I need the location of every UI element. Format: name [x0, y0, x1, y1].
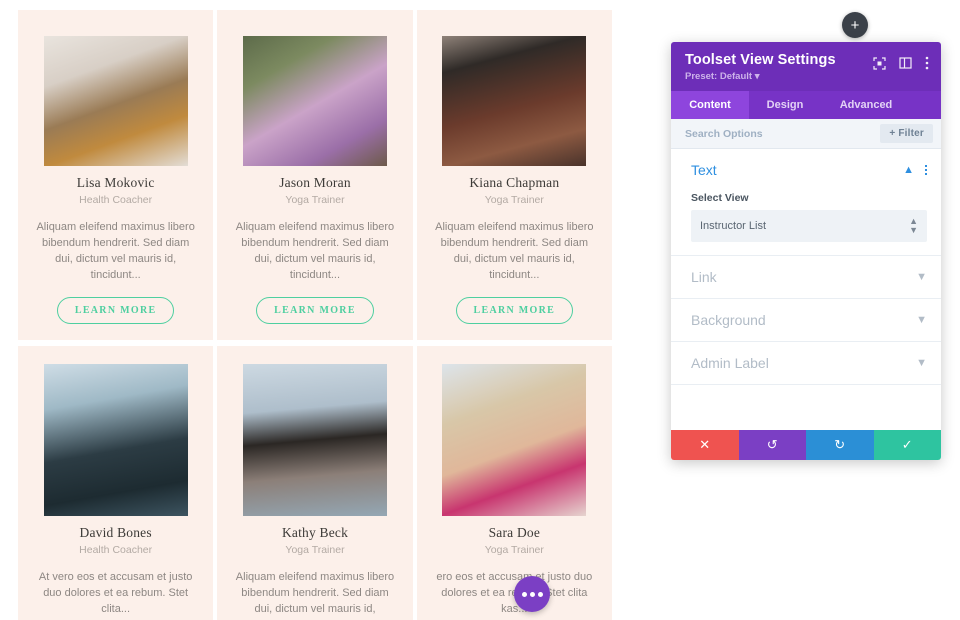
member-name: Jason Moran — [279, 175, 351, 191]
save-button[interactable]: ✓ — [874, 430, 942, 460]
member-photo — [442, 36, 586, 166]
dot-icon — [530, 592, 535, 597]
undo-button[interactable]: ↺ — [739, 430, 807, 460]
panel-preset[interactable]: Preset: Default ▾ — [685, 71, 873, 82]
section-text: Text ▲ Select View Instructor List ▲▼ — [671, 149, 941, 256]
learn-more-button[interactable]: LEARN MORE — [57, 297, 175, 324]
section-text-header[interactable]: Text ▲ — [691, 162, 927, 178]
select-view-value: Instructor List — [700, 220, 909, 232]
section-title: Admin Label — [691, 355, 916, 371]
section-background[interactable]: Background ▼ — [671, 299, 941, 342]
member-role: Yoga Trainer — [485, 544, 544, 556]
learn-more-button[interactable]: LEARN MORE — [456, 297, 574, 324]
select-view-label: Select View — [691, 192, 927, 204]
member-role: Yoga Trainer — [285, 194, 344, 206]
panel-header: Toolset View Settings Preset: Default ▾ — [671, 42, 941, 91]
member-photo — [44, 36, 188, 166]
member-role: Yoga Trainer — [285, 544, 344, 556]
member-photo — [243, 36, 387, 166]
member-bio: Aliquam eleifend maximus libero bibendum… — [434, 220, 594, 284]
member-photo — [243, 364, 387, 516]
member-name: Sara Doe — [489, 525, 540, 541]
member-name: Lisa Mokovic — [77, 175, 155, 191]
member-name: Kathy Beck — [282, 525, 348, 541]
team-card[interactable]: Sara Doe Yoga Trainer ero eos et accusam… — [417, 346, 612, 620]
member-role: Yoga Trainer — [485, 194, 544, 206]
team-card[interactable]: Kiana Chapman Yoga Trainer Aliquam eleif… — [417, 10, 612, 340]
panel-body: Text ▲ Select View Instructor List ▲▼ — [671, 149, 941, 430]
team-card[interactable]: David Bones Health Coacher At vero eos e… — [18, 346, 213, 620]
cancel-button[interactable]: ✕ — [671, 430, 739, 460]
chevron-down-icon[interactable]: ▼ — [916, 314, 927, 326]
panel-tabs: Content Design Advanced — [671, 91, 941, 119]
member-name: David Bones — [80, 525, 152, 541]
more-options-fab[interactable] — [514, 576, 550, 612]
section-kebab-icon[interactable] — [925, 165, 927, 175]
member-bio: Aliquam eleifend maximus libero bibendum… — [235, 570, 395, 620]
section-title: Link — [691, 269, 916, 285]
chevron-down-icon[interactable]: ▼ — [916, 357, 927, 369]
panel-title: Toolset View Settings — [685, 52, 873, 68]
panel-footer: ✕ ↺ ↻ ✓ — [671, 430, 941, 460]
member-photo — [44, 364, 188, 516]
focus-target-icon[interactable] — [873, 57, 886, 70]
split-layout-icon[interactable] — [899, 57, 912, 69]
chevron-down-icon[interactable]: ▼ — [916, 271, 927, 283]
section-title: Text — [691, 162, 903, 178]
toolset-view-settings-panel: Toolset View Settings Preset: Default ▾ — [671, 42, 941, 460]
chevron-up-icon[interactable]: ▲ — [903, 164, 914, 176]
team-card[interactable]: Kathy Beck Yoga Trainer Aliquam eleifend… — [217, 346, 412, 620]
team-card[interactable]: Lisa Mokovic Health Coacher Aliquam elei… — [18, 10, 213, 340]
kebab-menu-icon[interactable] — [925, 56, 929, 70]
dot-icon — [538, 592, 543, 597]
select-view-field: Select View Instructor List ▲▼ — [691, 192, 927, 242]
team-grid: Lisa Mokovic Health Coacher Aliquam elei… — [0, 0, 620, 620]
member-role: Health Coacher — [79, 544, 152, 556]
search-input[interactable]: Search Options — [685, 128, 763, 140]
tab-content[interactable]: Content — [671, 91, 749, 119]
dot-icon — [522, 592, 527, 597]
plus-icon: + — [889, 128, 895, 139]
add-module-button[interactable]: + — [842, 12, 868, 38]
team-card[interactable]: Jason Moran Yoga Trainer Aliquam eleifen… — [217, 10, 412, 340]
member-role: Health Coacher — [79, 194, 152, 206]
section-admin-label[interactable]: Admin Label ▼ — [671, 342, 941, 385]
section-title: Background — [691, 312, 916, 328]
filter-label: Filter — [898, 128, 924, 139]
add-filter-button[interactable]: + Filter — [880, 124, 933, 143]
member-bio: Aliquam eleifend maximus libero bibendum… — [235, 220, 395, 284]
section-link[interactable]: Link ▼ — [671, 256, 941, 299]
member-name: Kiana Chapman — [469, 175, 559, 191]
search-options-bar: Search Options + Filter — [671, 119, 941, 149]
member-photo — [442, 364, 586, 516]
member-bio: Aliquam eleifend maximus libero bibendum… — [36, 220, 196, 284]
member-bio: At vero eos et accusam et justo duo dolo… — [36, 570, 196, 618]
tab-advanced[interactable]: Advanced — [821, 91, 911, 119]
select-view-dropdown[interactable]: Instructor List ▲▼ — [691, 210, 927, 242]
screen: Lisa Mokovic Health Coacher Aliquam elei… — [0, 0, 960, 620]
learn-more-button[interactable]: LEARN MORE — [256, 297, 374, 324]
redo-button[interactable]: ↻ — [806, 430, 874, 460]
tab-design[interactable]: Design — [749, 91, 821, 119]
chevron-updown-icon: ▲▼ — [909, 217, 918, 235]
